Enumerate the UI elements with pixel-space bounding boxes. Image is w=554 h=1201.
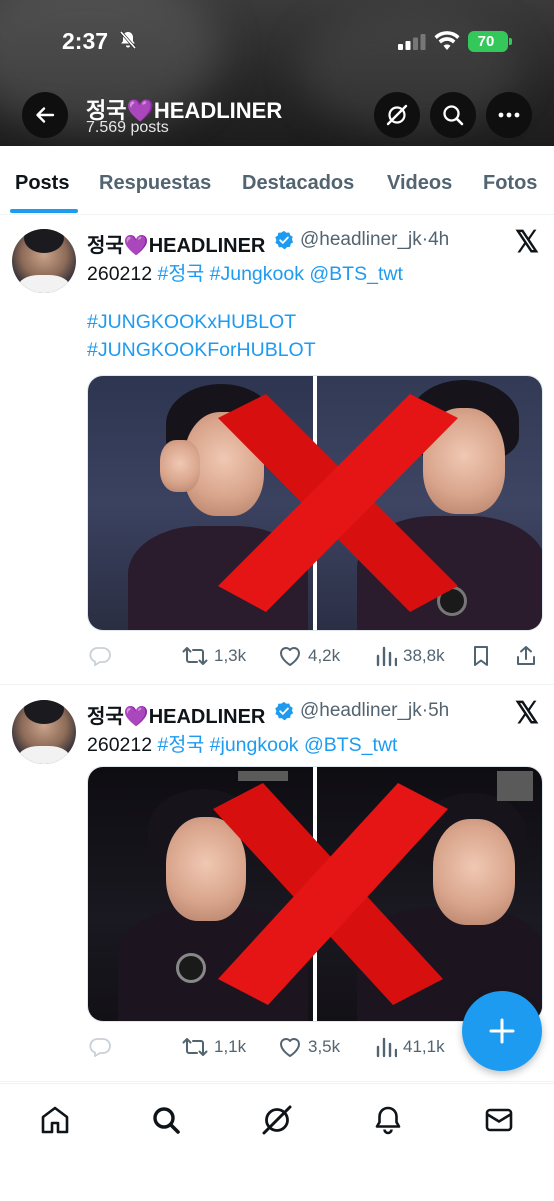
reply-icon [89,647,111,666]
views-icon [376,646,397,667]
bookmark-icon [474,646,488,666]
reply-icon [89,1038,111,1057]
post-time: ·5h [421,700,450,721]
nav-notifications[interactable] [371,1103,405,1137]
home-icon [41,1106,69,1134]
status-time: 2:37 [62,28,109,54]
nav-messages[interactable] [482,1103,516,1137]
search-icon [153,1107,180,1134]
nav-grok[interactable] [260,1103,294,1137]
handle-text: @headliner_jk [300,229,422,250]
retweet-button[interactable]: 1,1k [182,1032,246,1062]
tab-fotos[interactable]: Fotos [483,172,537,195]
like-count: 3,5k [308,1037,341,1056]
retweet-count: 1,1k [214,1037,247,1056]
tweet-date: 260212 [87,263,158,285]
tweet-media[interactable] [87,375,543,631]
wifi-icon [434,31,460,50]
retweet-button[interactable]: 1,3k [182,641,246,671]
bookmark-button[interactable] [471,641,497,671]
cellular-signal-icon [398,34,426,50]
nav-search[interactable] [149,1103,183,1137]
silent-mode-icon [119,31,137,49]
mail-icon [485,1108,513,1132]
like-button[interactable]: 3,5k [278,1032,340,1062]
avatar[interactable] [12,700,76,764]
tweet-divider [0,684,554,685]
retweet-icon [182,1038,208,1056]
retweet-count: 1,3k [214,646,247,665]
heart-icon [280,647,300,666]
bottom-navigation [0,1083,554,1201]
search-button[interactable] [430,92,476,138]
retweet-icon [182,647,208,665]
tab-destacados[interactable]: Destacados [242,172,354,195]
plus-icon [489,1018,515,1044]
post-time: ·4h [421,229,450,250]
tweet-text-line: 260212 #정국 #jungkook @BTS_twt [87,728,397,757]
reply-button[interactable] [89,1032,117,1062]
reply-button[interactable] [89,641,117,671]
tab-respuestas[interactable]: Respuestas [99,172,211,195]
tweet-media[interactable] [87,766,543,1022]
tweet-hashtags[interactable]: #정국 #Jungkook @BTS_twt [158,263,403,285]
back-button[interactable] [22,92,68,138]
views-icon [376,1037,397,1058]
hashtag-link[interactable]: #JUNGKOOKForHUBLOT [87,339,316,362]
red-x-overlay [218,394,458,612]
grok-icon [386,104,408,126]
views-count: 38,8k [403,646,445,665]
tab-posts[interactable]: Posts [15,172,69,195]
author-name[interactable]: 정국💜HEADLINER [87,700,265,729]
verified-badge-icon [275,701,294,721]
more-icon [498,112,520,118]
bell-icon [375,1106,401,1135]
compose-button[interactable] [462,991,542,1071]
tweet-divider [0,1081,554,1082]
author-handle: @headliner_jk·4h [300,229,449,251]
grok-icon [262,1105,292,1135]
profile-tabs: Posts Respuestas Destacados Videos Fotos [0,146,554,215]
views-button[interactable]: 38,8k [375,641,445,671]
arrow-left-icon [36,107,55,123]
more-button[interactable] [486,92,532,138]
author-handle: @headliner_jk·5h [300,700,449,722]
search-icon [443,105,464,126]
like-button[interactable]: 4,2k [278,641,340,671]
battery-indicator: 70 [468,31,512,52]
tweet-date: 260212 [87,734,158,756]
nav-home[interactable] [38,1103,72,1137]
share-button[interactable] [515,641,543,671]
profile-header: 2:37 70 정국💜HEADLINER 7.569 posts [0,0,554,146]
share-icon [517,646,535,665]
author-name[interactable]: 정국💜HEADLINER [87,229,265,258]
hashtag-link[interactable]: #JUNGKOOKxHUBLOT [87,311,296,334]
x-logo-icon: 𝕏 [514,226,540,259]
tab-videos[interactable]: Videos [387,172,452,195]
views-button[interactable]: 41,1k [375,1032,445,1062]
verified-badge-icon [275,230,294,250]
handle-text: @headliner_jk [300,700,422,721]
posts-count: 7.569 posts [86,119,169,136]
heart-icon [280,1038,300,1057]
grok-button[interactable] [374,92,420,138]
tweet[interactable]: 정국💜HEADLINER @headliner_jk·4h 𝕏 260212 #… [0,215,554,685]
avatar[interactable] [12,229,76,293]
tweet-actions: 1,3k 4,2k 38,8k [87,641,541,671]
red-x-overlay [213,783,448,1005]
tweet-text-line: 260212 #정국 #Jungkook @BTS_twt [87,257,403,286]
like-count: 4,2k [308,646,341,665]
x-logo-icon: 𝕏 [514,697,540,730]
views-count: 41,1k [403,1037,445,1056]
tweet-hashtags[interactable]: #정국 #jungkook @BTS_twt [158,734,398,756]
active-tab-indicator [10,209,78,213]
